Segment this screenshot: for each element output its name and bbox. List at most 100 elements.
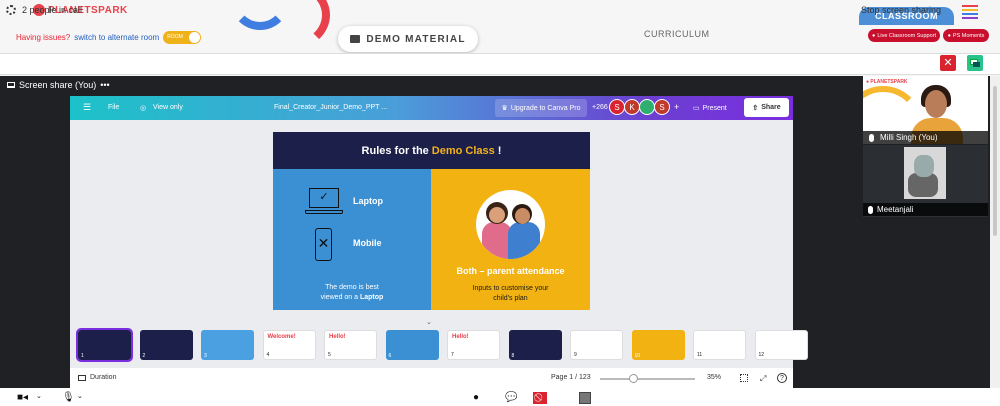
- chevron-down-icon[interactable]: ⌄: [36, 392, 42, 400]
- upgrade-label: Upgrade to Canva Pro: [510, 104, 581, 112]
- thumbnail-number: 10: [634, 353, 641, 359]
- demo-best-text-part: viewed on a: [320, 294, 359, 301]
- upload-icon: ⇧: [752, 104, 759, 112]
- slide-thumbnail[interactable]: 11: [693, 330, 746, 360]
- chevron-down-icon[interactable]: ⌄: [426, 318, 432, 326]
- view-only-label[interactable]: View only: [153, 104, 183, 111]
- slide-thumbnail[interactable]: Hello! 7: [447, 330, 500, 360]
- avatar-letter: S: [614, 103, 620, 112]
- menu-icon[interactable]: [962, 5, 978, 21]
- zoom-slider[interactable]: [600, 374, 695, 383]
- collaborator-avatar[interactable]: [639, 99, 655, 115]
- close-icon: ✕: [943, 57, 953, 69]
- fullscreen-icon[interactable]: ⤢: [760, 374, 766, 384]
- demo-best-text: The demo is best viewed on a Laptop: [273, 283, 431, 303]
- slide-thumbnail[interactable]: 12: [754, 330, 808, 360]
- demo-best-line: viewed on a Laptop: [273, 293, 431, 303]
- slide-title-suffix: !: [497, 144, 502, 157]
- chat-icon[interactable]: 💬: [505, 392, 517, 403]
- microphone-icon[interactable]: 🎙: [62, 392, 75, 403]
- whiteboard-icon[interactable]: [579, 392, 591, 404]
- screen-icon-back: [973, 62, 980, 67]
- collaborator-avatar[interactable]: K: [624, 99, 640, 115]
- slide-thumbnail[interactable]: Hello! 5: [324, 330, 377, 360]
- switch-room-link[interactable]: switch to alternate room: [74, 33, 159, 42]
- meeting-toolbar: [0, 388, 1000, 406]
- canva-menu-icon[interactable]: ☰: [83, 102, 91, 113]
- slide-thumbnail[interactable]: 8: [508, 330, 562, 360]
- live-support-label: Live Classroom Support: [877, 32, 937, 39]
- participant-name-bar: Meetanjali: [863, 203, 988, 216]
- participant-name: Meetanjali: [877, 205, 914, 214]
- slide-thumbnail[interactable]: 9: [570, 330, 623, 360]
- document-title[interactable]: Final_Creator_Junior_Demo_PPT ...: [274, 104, 387, 111]
- thumbnail-number: 2: [142, 353, 146, 359]
- file-menu[interactable]: File: [108, 104, 119, 111]
- stop-sharing-button[interactable]: ✕: [940, 55, 956, 71]
- thumbnail-number: 1: [81, 353, 84, 359]
- present-label: Present: [702, 104, 727, 112]
- room-toggle[interactable]: ROOM: [163, 31, 202, 44]
- stop-sharing-label: Stop screen sharing: [861, 5, 942, 15]
- star-icon: ●: [947, 32, 951, 39]
- demo-material-button[interactable]: DEMO MATERIAL: [338, 26, 478, 52]
- inputs-line: child's plan: [493, 295, 528, 302]
- thumbnail-number: 9: [574, 352, 577, 358]
- record-dot-icon: ●: [871, 32, 876, 39]
- view-only-icon[interactable]: ◎: [140, 104, 146, 112]
- slide-title-highlight: Demo Class: [431, 144, 495, 157]
- demo-best-bold: Laptop: [359, 294, 384, 301]
- issues-bar: Having issues? switch to alternate room …: [16, 31, 202, 44]
- collaborator-avatar[interactable]: S: [654, 99, 670, 115]
- duration-label: Duration: [90, 374, 117, 381]
- thumbnail-number: 5: [328, 352, 331, 358]
- screen-share-toggle-button[interactable]: [967, 55, 983, 71]
- slide-thumbnail[interactable]: 3: [201, 330, 254, 360]
- microphone-icon: [869, 133, 874, 142]
- people-in-call[interactable]: 2 people in call: [22, 5, 82, 15]
- more-options-icon[interactable]: •••: [100, 80, 109, 90]
- slide-thumbnail[interactable]: 6: [385, 330, 439, 360]
- issues-text: Having issues?: [16, 33, 71, 42]
- zoom-level[interactable]: 35%: [707, 374, 721, 381]
- participants-icon[interactable]: ●: [473, 392, 479, 403]
- thumbnail-number: 3: [204, 353, 207, 359]
- canva-share-button[interactable]: ⇧ Share: [744, 98, 789, 117]
- camera-icon[interactable]: ■◂: [17, 392, 28, 403]
- help-icon[interactable]: ?: [777, 373, 787, 383]
- scrollbar[interactable]: [990, 76, 1000, 388]
- avatar-letter: S: [659, 103, 665, 112]
- slide-thumbnail[interactable]: 2: [139, 330, 193, 360]
- participant-name: Milli Singh (You): [880, 133, 938, 142]
- slide-thumbnail[interactable]: 10: [631, 330, 685, 360]
- ps-moments-label: PS Moments: [952, 32, 985, 39]
- screen-share-icon: [7, 82, 15, 88]
- upgrade-canva-pro-button[interactable]: ♛ Upgrade to Canva Pro: [495, 99, 587, 117]
- page-indicator[interactable]: Page 1 / 123: [551, 374, 591, 381]
- toggle-knob: [189, 32, 201, 43]
- slide-thumbnail[interactable]: 1: [76, 328, 133, 362]
- mobile-label: Mobile: [353, 238, 382, 248]
- folder-icon: [350, 35, 361, 43]
- screen-share-off-icon[interactable]: ⃠: [533, 392, 547, 404]
- canva-toolbar: ☰ File ◎ View only Final_Creator_Junior_…: [70, 96, 793, 120]
- grid-view-icon[interactable]: [740, 374, 748, 382]
- slide-thumbnail[interactable]: Welcome! 4: [262, 330, 316, 360]
- gear-icon[interactable]: [6, 5, 16, 15]
- timer-icon: [78, 374, 86, 381]
- collaborator-avatar[interactable]: S: [609, 99, 625, 115]
- curriculum-tab[interactable]: CURRICULUM: [644, 29, 710, 39]
- live-classroom-support-button[interactable]: ● Live Classroom Support: [868, 29, 940, 42]
- thumbnail-number: 4: [266, 352, 270, 358]
- add-collaborator-icon[interactable]: +: [674, 102, 679, 112]
- chevron-down-icon[interactable]: ⌄: [77, 392, 83, 400]
- ps-moments-button[interactable]: ● PS Moments: [943, 29, 989, 42]
- duration-button[interactable]: Duration: [78, 374, 116, 381]
- present-button[interactable]: ▭ Present: [693, 99, 737, 117]
- parent-attendance-label: Both – parent attendance: [456, 266, 565, 276]
- thumbnail-number: 11: [697, 352, 703, 358]
- collaborator-count[interactable]: +266: [592, 104, 608, 111]
- slide-title-prefix: Rules for the: [361, 144, 429, 157]
- planetspark-watermark: ● PLANETSPARK: [866, 79, 908, 85]
- thumbnail-title: Hello!: [452, 334, 469, 340]
